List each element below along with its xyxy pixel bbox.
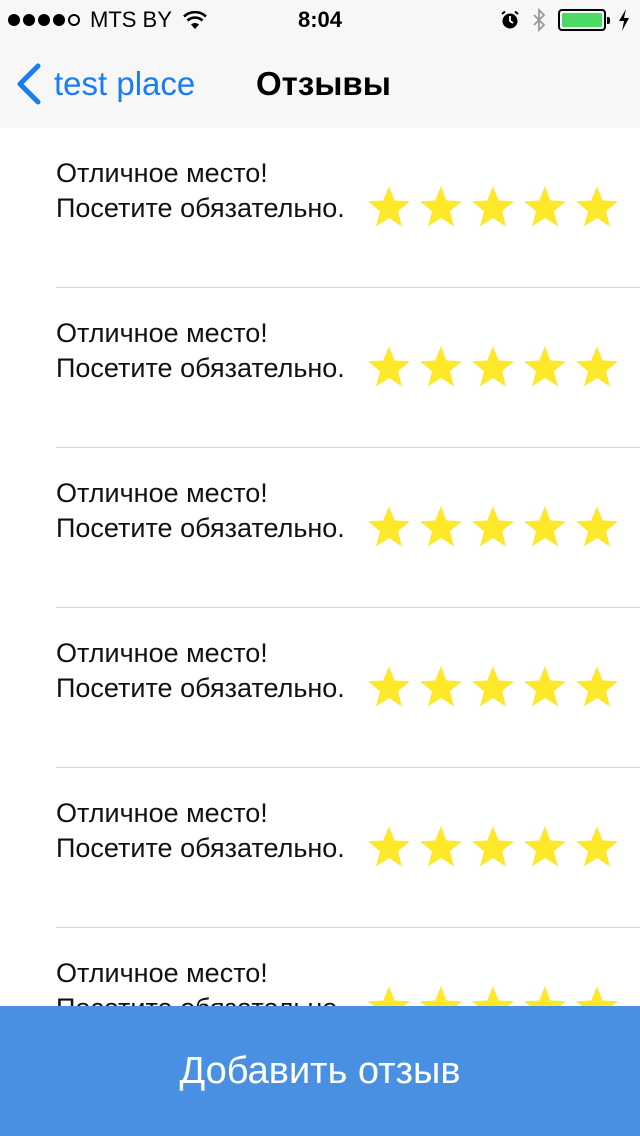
star-icon [576,506,618,547]
star-icon [420,666,462,707]
star-icon [576,346,618,387]
status-bar-right [500,6,630,34]
star-icon [420,826,462,867]
star-icon [368,666,410,707]
star-icon [472,506,514,547]
star-rating [366,184,620,230]
review-text: Отличное место! Посетите обязательно. [56,798,345,863]
review-text: Отличное место! Посетите обязательно. [56,478,345,543]
alarm-icon [501,10,519,29]
star-icon [368,186,410,227]
status-bar: MTS BY 8:04 [0,0,640,40]
star-rating [366,664,620,710]
review-row[interactable]: Отличное место! Посетите обязательно. [0,448,640,608]
back-button[interactable]: test place [14,60,195,108]
navigation-bar: test place Отзывы [0,40,640,128]
star-icon [524,346,566,387]
battery-icon [558,9,610,31]
star-icon [472,666,514,707]
star-icon [576,666,618,707]
star-icon [420,506,462,547]
star-icon [524,506,566,547]
review-row[interactable]: Отличное место! Посетите обязательно. [0,608,640,768]
star-icon [524,826,566,867]
charging-icon [619,9,629,31]
review-list: Отличное место! Посетите обязательно. Отл… [0,128,640,1088]
star-rating [366,824,620,870]
review-text: Отличное место! Посетите обязательно. [56,318,345,383]
battery-cap [607,17,610,24]
star-rating [366,344,620,390]
star-icon [368,506,410,547]
chevron-left-icon [17,63,41,105]
star-icon [472,186,514,227]
star-rating [366,504,620,550]
star-icon [576,826,618,867]
review-row[interactable]: Отличное место! Посетите обязательно. [0,768,640,928]
review-text: Отличное место! Посетите обязательно. [56,158,345,223]
review-row[interactable]: Отличное место! Посетите обязательно. [0,288,640,448]
star-icon [472,346,514,387]
add-review-button[interactable]: Добавить отзыв [0,1006,640,1136]
star-icon [420,186,462,227]
star-icon [472,826,514,867]
star-icon [524,186,566,227]
star-icon [368,826,410,867]
back-button-label: test place [54,65,196,102]
star-icon [420,346,462,387]
star-icon [368,346,410,387]
review-row[interactable]: Отличное место! Посетите обязательно. [0,128,640,288]
page-title: Отзывы [256,65,391,102]
review-text: Отличное место! Посетите обязательно. [56,638,345,703]
bluetooth-icon [533,8,546,32]
star-icon [524,666,566,707]
battery-level [562,13,602,27]
star-icon [576,186,618,227]
